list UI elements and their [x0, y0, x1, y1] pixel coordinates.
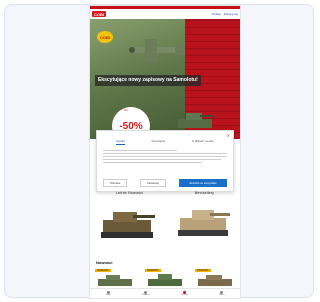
- tab-consent[interactable]: Zgoda: [116, 139, 125, 145]
- nav-favorites[interactable]: Ulubione: [142, 291, 150, 296]
- nav-cart[interactable]: Koszyk: [181, 291, 188, 296]
- section-labels: Letnie Nowości Bestsellery: [90, 190, 240, 195]
- hero-logo: COBI: [97, 31, 113, 43]
- dialog-buttons: Odmów Dostosuj Zezwól na wszystkie: [103, 179, 227, 187]
- section-label-new[interactable]: Letnie Nowości: [116, 190, 143, 195]
- nav-label: Sklep: [105, 294, 111, 296]
- allow-all-button[interactable]: Zezwól na wszystkie: [178, 179, 227, 187]
- dialog-body-text: [103, 150, 227, 163]
- product-image-tank[interactable]: [97, 202, 159, 244]
- plane-image: [129, 39, 185, 61]
- hero-headline: Ekscytujące nowy zapisowy na Samolotu!: [95, 75, 201, 86]
- new-tag: NOWOŚĆ: [145, 269, 161, 272]
- nav-shop[interactable]: Sklep: [106, 291, 111, 296]
- product-row: [90, 202, 240, 244]
- hero-banner[interactable]: COBI Ekscytujące nowy zapisowy na Samolo…: [90, 19, 240, 139]
- nav-label: Konto: [219, 294, 225, 296]
- section-label-bestsellers[interactable]: Bestsellery: [195, 190, 215, 195]
- sale-prefix: Do: [124, 108, 128, 112]
- tab-about-cookies[interactable]: O plikach cookie: [192, 139, 214, 145]
- mobile-page: COBI Szukaj Zaloguj się COBI Ekscytujące…: [90, 6, 240, 298]
- nav-account[interactable]: Konto: [219, 291, 224, 296]
- new-tag: NOWOŚĆ: [195, 269, 211, 272]
- brand-logo[interactable]: COBI: [92, 11, 106, 17]
- new-tag: NOWOŚĆ: [95, 269, 111, 272]
- header-link-search[interactable]: Szukaj: [211, 12, 220, 16]
- customize-button[interactable]: Dostosuj: [140, 179, 166, 187]
- bottom-nav: Sklep Ulubione Koszyk Konto: [90, 288, 240, 298]
- site-header: COBI Szukaj Zaloguj się: [90, 9, 240, 19]
- cookie-consent-dialog: ✕ Zgoda Szczegóły O plikach cookie Odmów…: [96, 130, 234, 192]
- header-link-login[interactable]: Zaloguj się: [223, 12, 238, 16]
- dialog-tabs: Zgoda Szczegóły O plikach cookie: [97, 139, 233, 145]
- tab-details[interactable]: Szczegóły: [151, 139, 165, 145]
- close-icon[interactable]: ✕: [227, 133, 230, 138]
- nav-label: Koszyk: [181, 294, 188, 296]
- product-image-vehicle[interactable]: [172, 202, 234, 244]
- header-links: Szukaj Zaloguj się: [211, 12, 238, 16]
- deny-button[interactable]: Odmów: [103, 179, 128, 187]
- bestsellers-heading: Nowości: [96, 260, 113, 265]
- nav-label: Ulubione: [142, 294, 150, 296]
- tank-image: [178, 113, 214, 128]
